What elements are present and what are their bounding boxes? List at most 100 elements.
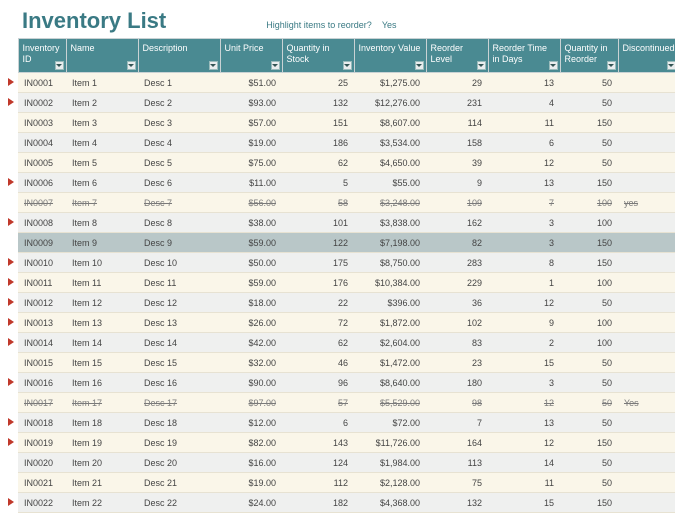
cell-disc[interactable] [618,333,675,353]
cell-reorder[interactable]: 114 [426,113,488,133]
cell-desc[interactable]: Desc 14 [138,333,220,353]
filter-dropdown-icon[interactable] [343,61,352,70]
cell-desc[interactable]: Desc 21 [138,473,220,493]
cell-id[interactable]: IN0012 [18,293,66,313]
cell-id[interactable]: IN0003 [18,113,66,133]
cell-unit[interactable]: $59.00 [220,273,282,293]
cell-days[interactable]: 12 [488,433,560,453]
cell-qre[interactable]: 100 [560,273,618,293]
table-row[interactable]: IN0013Item 13Desc 13$26.0072$1,872.00102… [4,313,675,333]
cell-desc[interactable]: Desc 9 [138,233,220,253]
cell-inv[interactable]: $1,984.00 [354,453,426,473]
cell-name[interactable]: Item 10 [66,253,138,273]
cell-id[interactable]: IN0020 [18,453,66,473]
cell-name[interactable]: Item 8 [66,213,138,233]
cell-inv[interactable]: $3,838.00 [354,213,426,233]
cell-inv[interactable]: $72.00 [354,413,426,433]
table-row[interactable]: IN0009Item 9Desc 9$59.00122$7,198.008231… [4,233,675,253]
cell-qre[interactable]: 50 [560,453,618,473]
table-row[interactable]: IN0004Item 4Desc 4$19.00186$3,534.001586… [4,133,675,153]
cell-id[interactable]: IN0006 [18,173,66,193]
cell-reorder[interactable]: 158 [426,133,488,153]
cell-desc[interactable]: Desc 2 [138,93,220,113]
cell-days[interactable]: 12 [488,153,560,173]
cell-reorder[interactable]: 75 [426,473,488,493]
cell-days[interactable]: 13 [488,173,560,193]
filter-dropdown-icon[interactable] [477,61,486,70]
cell-desc[interactable]: Desc 17 [138,393,220,413]
table-row[interactable]: IN0001Item 1Desc 1$51.0025$1,275.0029135… [4,73,675,93]
filter-dropdown-icon[interactable] [667,61,675,70]
cell-inv[interactable]: $1,275.00 [354,73,426,93]
cell-qty[interactable]: 62 [282,333,354,353]
table-row[interactable]: IN0020Item 20Desc 20$16.00124$1,984.0011… [4,453,675,473]
cell-name[interactable]: Item 3 [66,113,138,133]
cell-id[interactable]: IN0001 [18,73,66,93]
cell-reorder[interactable]: 23 [426,353,488,373]
cell-name[interactable]: Item 13 [66,313,138,333]
cell-name[interactable]: Item 22 [66,493,138,513]
col-discontinued[interactable]: Discontinued? [618,39,675,73]
cell-unit[interactable]: $57.00 [220,113,282,133]
cell-qre[interactable]: 50 [560,293,618,313]
highlight-value[interactable]: Yes [382,20,397,30]
cell-days[interactable]: 3 [488,213,560,233]
cell-disc[interactable] [618,433,675,453]
cell-qre[interactable]: 150 [560,433,618,453]
cell-qre[interactable]: 50 [560,373,618,393]
cell-unit[interactable]: $24.00 [220,493,282,513]
cell-name[interactable]: Item 6 [66,173,138,193]
cell-desc[interactable]: Desc 8 [138,213,220,233]
cell-qty[interactable]: 5 [282,173,354,193]
cell-qty[interactable]: 58 [282,193,354,213]
cell-qty[interactable]: 112 [282,473,354,493]
table-row[interactable]: IN0022Item 22Desc 22$24.00182$4,368.0013… [4,493,675,513]
cell-name[interactable]: Item 19 [66,433,138,453]
cell-desc[interactable]: Desc 12 [138,293,220,313]
cell-desc[interactable]: Desc 20 [138,453,220,473]
cell-disc[interactable] [618,93,675,113]
cell-qty[interactable]: 46 [282,353,354,373]
cell-desc[interactable]: Desc 11 [138,273,220,293]
cell-unit[interactable]: $19.00 [220,473,282,493]
table-row[interactable]: IN0016Item 16Desc 16$90.0096$8,640.00180… [4,373,675,393]
cell-days[interactable]: 2 [488,333,560,353]
cell-disc[interactable] [618,113,675,133]
cell-unit[interactable]: $50.00 [220,253,282,273]
table-row[interactable]: IN0017Item 17Desc 17$97.0057$5,529.00981… [4,393,675,413]
cell-inv[interactable]: $3,534.00 [354,133,426,153]
cell-qre[interactable]: 50 [560,93,618,113]
cell-inv[interactable]: $396.00 [354,293,426,313]
col-inventory-id[interactable]: Inventory ID [18,39,66,73]
cell-qty[interactable]: 72 [282,313,354,333]
cell-qre[interactable]: 150 [560,113,618,133]
cell-days[interactable]: 12 [488,293,560,313]
cell-qre[interactable]: 100 [560,313,618,333]
cell-desc[interactable]: Desc 4 [138,133,220,153]
cell-unit[interactable]: $97.00 [220,393,282,413]
cell-inv[interactable]: $11,726.00 [354,433,426,453]
cell-disc[interactable] [618,213,675,233]
cell-desc[interactable]: Desc 16 [138,373,220,393]
cell-qre[interactable]: 50 [560,473,618,493]
cell-name[interactable]: Item 18 [66,413,138,433]
cell-reorder[interactable]: 39 [426,153,488,173]
cell-inv[interactable]: $5,529.00 [354,393,426,413]
table-row[interactable]: IN0006Item 6Desc 6$11.005$55.00913150 [4,173,675,193]
cell-name[interactable]: Item 5 [66,153,138,173]
cell-reorder[interactable]: 180 [426,373,488,393]
cell-days[interactable]: 12 [488,393,560,413]
cell-id[interactable]: IN0022 [18,493,66,513]
cell-qre[interactable]: 100 [560,193,618,213]
cell-reorder[interactable]: 109 [426,193,488,213]
col-inventory-value[interactable]: Inventory Value [354,39,426,73]
cell-qre[interactable]: 50 [560,353,618,373]
cell-unit[interactable]: $19.00 [220,133,282,153]
cell-inv[interactable]: $8,640.00 [354,373,426,393]
cell-id[interactable]: IN0014 [18,333,66,353]
cell-days[interactable]: 14 [488,453,560,473]
cell-name[interactable]: Item 12 [66,293,138,313]
table-row[interactable]: IN0014Item 14Desc 14$42.0062$2,604.00832… [4,333,675,353]
cell-id[interactable]: IN0008 [18,213,66,233]
col-reorder-level[interactable]: Reorder Level [426,39,488,73]
